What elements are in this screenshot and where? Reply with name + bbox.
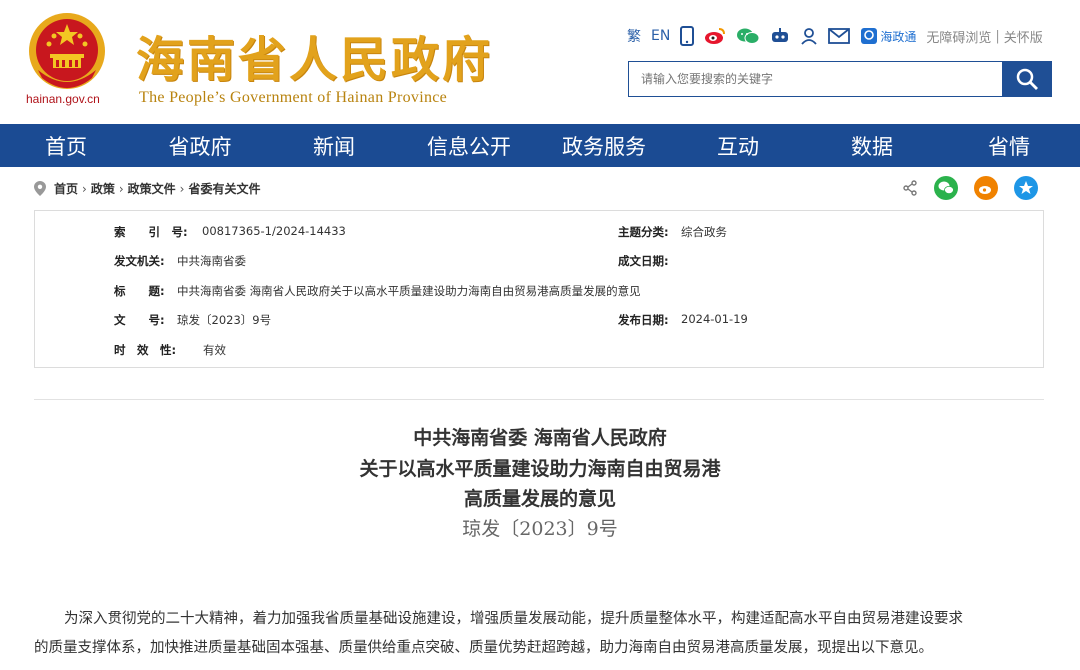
document-title-line2: 关于以高水平质量建设助力海南自由贸易港 <box>359 458 721 480</box>
top-toolbar: 繁 EN 海政通 无障碍浏览 | 关怀版 <box>627 25 1043 47</box>
breadcrumb-arrow: › <box>118 181 124 196</box>
site-domain: hainan.gov.cn <box>26 92 100 106</box>
elder-mode-link[interactable]: 关怀版 <box>1004 27 1043 46</box>
breadcrumb-policy-docs[interactable]: 政策文件 <box>128 180 176 197</box>
app-hzt-link[interactable]: 海政通 <box>860 27 916 45</box>
breadcrumb-arrow: › <box>179 181 185 196</box>
traditional-chinese-link[interactable]: 繁 <box>627 26 641 46</box>
breadcrumb-home[interactable]: 首页 <box>54 180 78 197</box>
meta-topic-label: 主题分类: <box>618 225 669 239</box>
meta-validity-value: 有效 <box>203 343 226 357</box>
meta-title-value: 中共海南省委 海南省人民政府关于以高水平质量建设助力海南自由贸易港高质量发展的意… <box>177 284 641 298</box>
nav-item-info-disclosure[interactable]: 信息公开 <box>400 124 538 167</box>
document-title-line3: 高质量发展的意见 <box>463 488 616 510</box>
nav-item-interaction[interactable]: 互动 <box>670 124 806 167</box>
wechat-icon[interactable] <box>736 27 760 45</box>
meta-publish-label: 发布日期: <box>618 313 669 327</box>
search-bar <box>628 61 1052 97</box>
meta-row: 标 题: 中共海南省委 海南省人民政府关于以高水平质量建设助力海南自由贸易港高质… <box>35 283 1043 303</box>
site-subtitle: The People’s Government of Hainan Provin… <box>139 89 448 106</box>
search-icon <box>1016 68 1038 90</box>
favorite-share-icon[interactable] <box>1014 176 1038 200</box>
document-paragraph-line1: 为深入贯彻党的二十大精神，着力加强我省质量基础设施建设，增强质量发展动能，提升质… <box>64 611 963 627</box>
nav-item-news[interactable]: 新闻 <box>268 124 400 167</box>
search-input[interactable] <box>628 61 1002 97</box>
weibo-icon[interactable] <box>704 27 726 45</box>
content-divider <box>34 399 1044 400</box>
share-bar <box>902 176 1038 200</box>
meta-row: 索 引 号: 00817365-1/2024-14433 主题分类: 综合政务 <box>35 224 1043 244</box>
meta-docno-value: 琼发〔2023〕9号 <box>177 313 272 327</box>
app-hzt-label: 海政通 <box>880 29 917 44</box>
breadcrumb-policy[interactable]: 政策 <box>91 180 115 197</box>
mobile-icon[interactable] <box>680 26 695 46</box>
meta-issuer-label: 发文机关: <box>114 254 165 268</box>
meta-validity-label: 时 效 性: <box>114 343 177 357</box>
share-icon[interactable] <box>902 180 918 196</box>
robot-icon[interactable] <box>770 27 790 45</box>
document-title-line1: 中共海南省委 海南省人民政府 <box>413 427 667 449</box>
nav-item-home[interactable]: 首页 <box>0 124 132 167</box>
meta-date-written-label: 成文日期: <box>618 254 669 268</box>
meta-title-label: 标 题: <box>114 284 165 298</box>
meta-docno-label: 文 号: <box>114 313 165 327</box>
document-metadata: 索 引 号: 00817365-1/2024-14433 主题分类: 综合政务 … <box>34 210 1044 368</box>
site-header: hainan.gov.cn 海南省人民政府 The People’s Gover… <box>0 0 1080 124</box>
app-hzt-icon <box>861 28 878 44</box>
nav-item-government[interactable]: 省政府 <box>132 124 268 167</box>
wechat-share-icon[interactable] <box>934 176 958 200</box>
meta-row: 发文机关: 中共海南省委 成文日期: <box>35 253 1043 273</box>
location-pin-icon <box>34 181 46 196</box>
weibo-share-icon[interactable] <box>974 176 998 200</box>
user-icon[interactable] <box>800 27 818 45</box>
meta-issuer-value: 中共海南省委 <box>177 254 246 268</box>
site-title[interactable]: 海南省人民政府 <box>136 20 493 90</box>
accessibility-link[interactable]: 无障碍浏览 <box>926 27 991 46</box>
main-nav: 首页 省政府 新闻 信息公开 政务服务 互动 数据 省情 <box>0 124 1080 167</box>
national-emblem-icon[interactable] <box>26 10 108 92</box>
english-link[interactable]: EN <box>651 28 670 44</box>
nav-item-services[interactable]: 政务服务 <box>538 124 670 167</box>
meta-index-value: 00817365-1/2024-14433 <box>202 224 346 238</box>
nav-item-province-info[interactable]: 省情 <box>938 124 1080 167</box>
search-button[interactable] <box>1002 61 1052 97</box>
breadcrumb-party-docs[interactable]: 省委有关文件 <box>188 180 260 197</box>
mail-icon[interactable] <box>828 28 851 44</box>
nav-item-data[interactable]: 数据 <box>806 124 938 167</box>
meta-row: 时 效 性: 有效 <box>35 342 1043 362</box>
breadcrumb-arrow: › <box>82 181 87 196</box>
meta-index-label: 索 引 号: <box>114 225 188 239</box>
document-number: 琼发〔2023〕9号 <box>462 518 618 540</box>
breadcrumb: 首页 › 政策 › 政策文件 › 省委有关文件 <box>34 180 261 197</box>
document-paragraph-line2: 的质量支撑体系，加快推进质量基础固本强基、质量供给重点突破、质量优势赶超跨越，助… <box>34 640 933 656</box>
meta-row: 文 号: 琼发〔2023〕9号 发布日期: 2024-01-19 <box>35 312 1043 332</box>
meta-topic-value: 综合政务 <box>681 225 727 239</box>
meta-publish-value: 2024-01-19 <box>681 312 748 326</box>
toolbar-separator: | <box>995 28 1000 44</box>
